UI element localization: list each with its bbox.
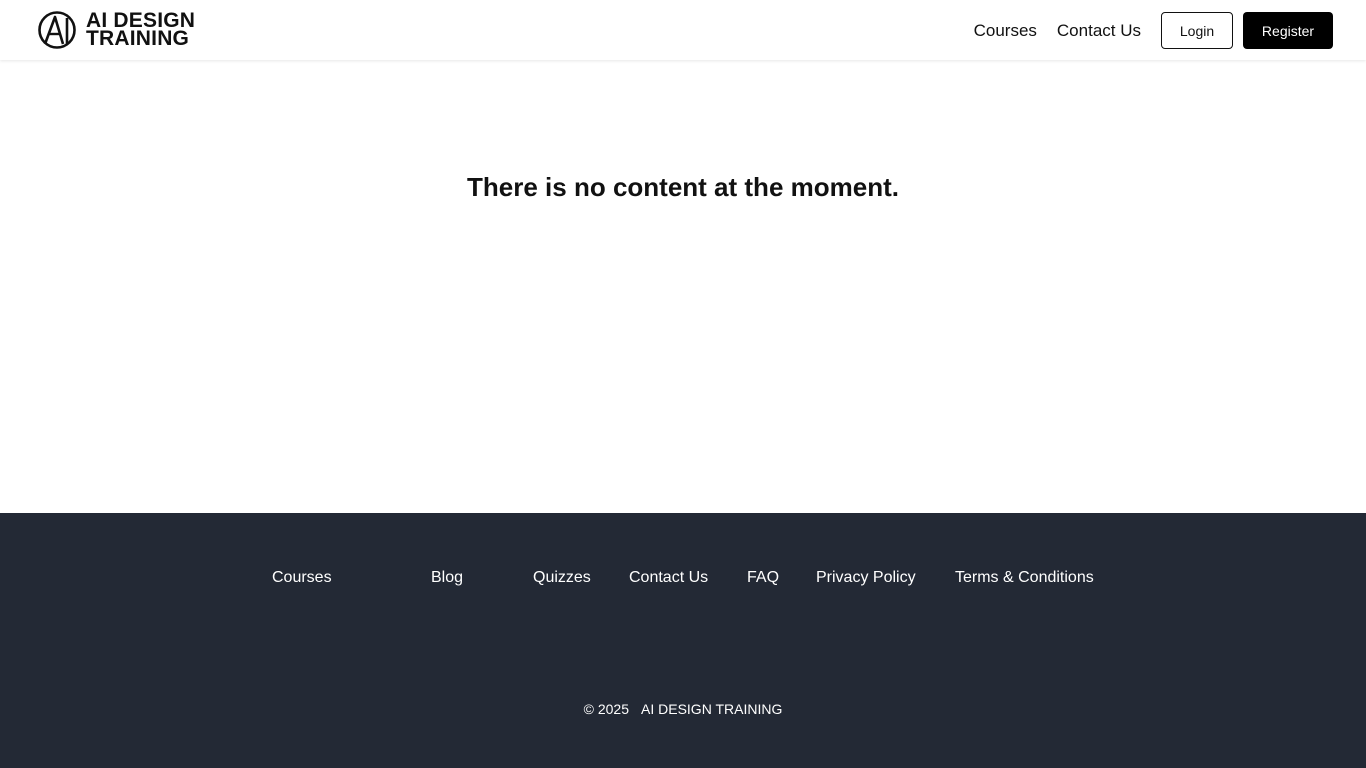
footer-link-faq[interactable]: FAQ [747,569,779,587]
logo-text-line2: TRAINING [86,27,190,50]
copyright: © 2025 AI DESIGN TRAINING [0,701,1366,717]
footer-link-terms-conditions[interactable]: Terms & Conditions [955,569,1094,587]
copyright-year: © 2025 [583,701,630,717]
footer-link-privacy-policy[interactable]: Privacy Policy [816,569,916,587]
nav-link-courses[interactable]: Courses [974,21,1037,41]
logo-wordmark: AI DESIGN TRAINING [86,10,195,50]
footer-link-contact-us[interactable]: Contact Us [629,569,708,587]
copyright-name: AI DESIGN TRAINING [641,701,783,717]
footer-nav: Courses Blog Quizzes Contact Us FAQ Priv… [0,569,1366,589]
ai-monogram-icon [38,11,76,49]
footer-link-courses[interactable]: Courses [272,569,332,587]
site-header: AI DESIGN TRAINING Courses Contact Us Lo… [0,0,1366,60]
main-content: There is no content at the moment. [0,60,1366,513]
empty-state-message: There is no content at the moment. [467,172,899,202]
site-footer: Courses Blog Quizzes Contact Us FAQ Priv… [0,513,1366,768]
site-logo[interactable]: AI DESIGN TRAINING [37,10,195,50]
nav-link-contact-us[interactable]: Contact Us [1057,21,1141,41]
footer-link-quizzes[interactable]: Quizzes [533,569,591,587]
register-button[interactable]: Register [1243,12,1333,49]
top-nav: Courses Contact Us Login Register [974,12,1333,49]
footer-link-blog[interactable]: Blog [431,569,463,587]
login-button[interactable]: Login [1161,12,1233,49]
